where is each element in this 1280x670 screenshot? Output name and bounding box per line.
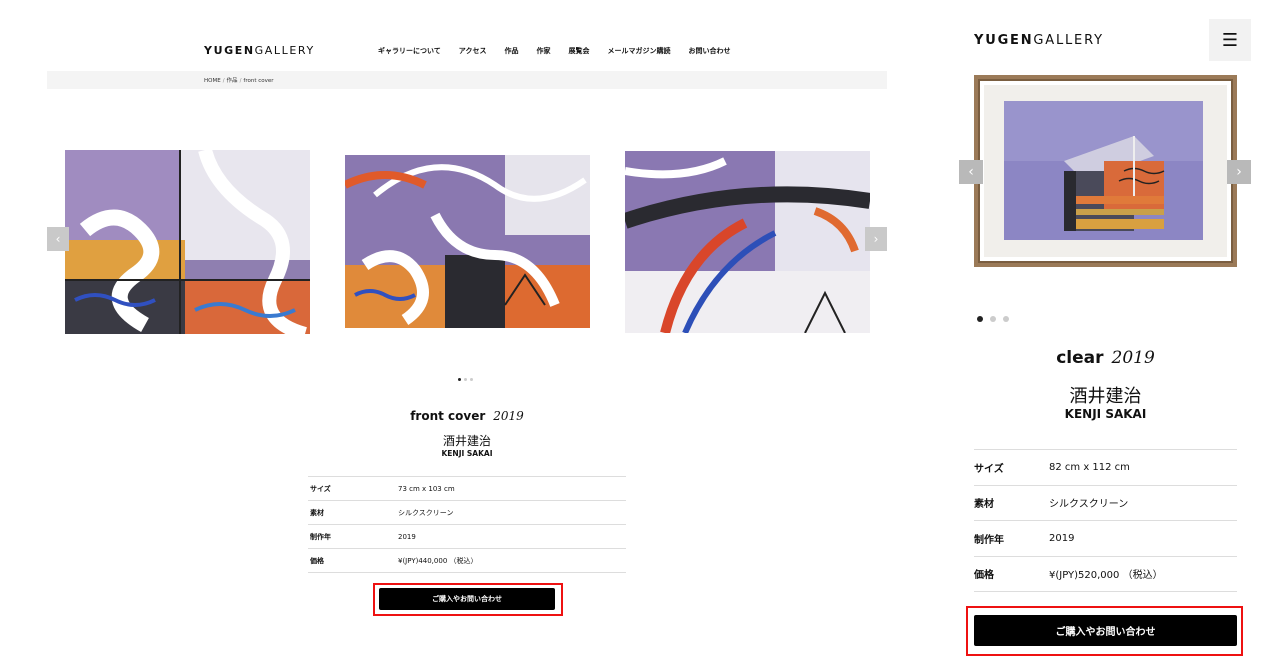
breadcrumb-current: front cover	[243, 78, 274, 84]
breadcrumb-bar	[47, 71, 887, 89]
carousel-dot[interactable]	[464, 378, 467, 381]
desktop-view: YUGENGALLERY ギャラリーについて アクセス 作品 作家 展覧会 メー…	[0, 0, 935, 670]
spec-row-year: 制作年 2019	[974, 520, 1237, 556]
artist-name-jp[interactable]: 酒井建治	[955, 382, 1256, 408]
purchase-inquiry-button[interactable]: ご購入やお問い合わせ	[974, 615, 1237, 646]
spec-value: 2019	[398, 524, 626, 549]
spec-row-price: 価格 ¥(JPY)520,000 （税込）	[974, 555, 1237, 592]
spec-label: サイズ	[974, 449, 1049, 485]
spec-label: サイズ	[308, 476, 398, 501]
nav-exhibitions[interactable]: 展覧会	[568, 46, 589, 56]
carousel-dot[interactable]	[990, 316, 996, 322]
spec-row-price: 価格 ¥(JPY)440,000 （税込）	[308, 548, 626, 573]
screenshot-composite: YUGENGALLERY ギャラリーについて アクセス 作品 作家 展覧会 メー…	[0, 0, 1280, 670]
carousel-prev-arrow[interactable]: ‹	[47, 227, 69, 251]
artist-name-en[interactable]: KENJI SAKAI	[955, 407, 1256, 421]
spec-value: 73 cm x 103 cm	[398, 476, 626, 501]
hamburger-menu-icon[interactable]: ☰	[1209, 19, 1251, 61]
mobile-view: YUGENGALLERY ☰ ‹ › clear 2019 酒井建治 KENJI…	[955, 0, 1280, 670]
carousel-dot[interactable]	[1003, 316, 1009, 322]
nav-artists[interactable]: 作家	[536, 46, 550, 56]
artwork-slide-3[interactable]	[625, 151, 870, 333]
artwork-title: clear 2019	[955, 348, 1256, 368]
spec-value: ¥(JPY)520,000 （税込）	[1049, 555, 1237, 592]
carousel-dots	[977, 316, 1016, 322]
carousel-dot[interactable]	[470, 378, 473, 381]
artwork-title-text: front cover	[410, 409, 486, 423]
nav-contact[interactable]: お問い合わせ	[688, 46, 730, 56]
artist-name-en[interactable]: KENJI SAKAI	[308, 449, 626, 458]
artwork-title: front cover 2019	[308, 409, 626, 423]
carousel-dots	[458, 378, 476, 381]
breadcrumb: HOME / 作品 / front cover	[204, 76, 274, 84]
carousel-dot[interactable]	[458, 378, 461, 381]
main-nav: ギャラリーについて アクセス 作品 作家 展覧会 メールマガジン購読 お問い合わ…	[378, 46, 748, 56]
spec-row-year: 制作年 2019	[308, 524, 626, 549]
spec-value: ¥(JPY)440,000 （税込）	[398, 548, 626, 573]
carousel-dot[interactable]	[977, 316, 983, 322]
spec-label: 制作年	[308, 524, 398, 549]
artwork-year: 2019	[493, 409, 524, 423]
nav-access[interactable]: アクセス	[459, 46, 487, 56]
spec-value: 82 cm x 112 cm	[1049, 449, 1237, 485]
site-logo[interactable]: YUGENGALLERY	[204, 44, 315, 57]
carousel-prev-arrow[interactable]: ‹	[959, 160, 983, 184]
artwork-year: 2019	[1111, 348, 1155, 368]
artwork-slide-2[interactable]	[345, 155, 590, 328]
artist-name-jp[interactable]: 酒井建治	[308, 432, 626, 449]
spec-value: シルクスクリーン	[1049, 484, 1237, 521]
breadcrumb-separator: /	[239, 78, 242, 84]
breadcrumb-works[interactable]: 作品	[227, 78, 238, 84]
spec-table: サイズ 73 cm x 103 cm 素材 シルクスクリーン 制作年 2019 …	[308, 476, 626, 573]
artwork-title-text: clear	[1056, 348, 1104, 368]
spec-value: 2019	[1049, 520, 1237, 556]
spec-row-material: 素材 シルクスクリーン	[974, 484, 1237, 521]
spec-label: 素材	[974, 484, 1049, 521]
spec-label: 素材	[308, 500, 398, 525]
carousel-next-arrow[interactable]: ›	[865, 227, 887, 251]
carousel-next-arrow[interactable]: ›	[1227, 160, 1251, 184]
artwork-print	[1004, 101, 1203, 240]
breadcrumb-separator: /	[222, 78, 225, 84]
spec-label: 価格	[308, 548, 398, 573]
nav-about[interactable]: ギャラリーについて	[378, 46, 441, 56]
nav-works[interactable]: 作品	[504, 46, 518, 56]
spec-row-material: 素材 シルクスクリーン	[308, 500, 626, 525]
purchase-inquiry-button[interactable]: ご購入やお問い合わせ	[379, 588, 555, 610]
spec-value: シルクスクリーン	[398, 500, 626, 525]
site-logo[interactable]: YUGENGALLERY	[974, 33, 1104, 48]
spec-label: 制作年	[974, 520, 1049, 556]
breadcrumb-home[interactable]: HOME	[204, 78, 221, 84]
artwork-slide-1[interactable]	[65, 150, 310, 334]
spec-row-size: サイズ 82 cm x 112 cm	[974, 449, 1237, 485]
nav-newsletter[interactable]: メールマガジン購読	[607, 46, 670, 56]
spec-row-size: サイズ 73 cm x 103 cm	[308, 476, 626, 501]
spec-table: サイズ 82 cm x 112 cm 素材 シルクスクリーン 制作年 2019 …	[974, 449, 1237, 592]
spec-label: 価格	[974, 555, 1049, 592]
artwork-image[interactable]	[974, 75, 1237, 267]
